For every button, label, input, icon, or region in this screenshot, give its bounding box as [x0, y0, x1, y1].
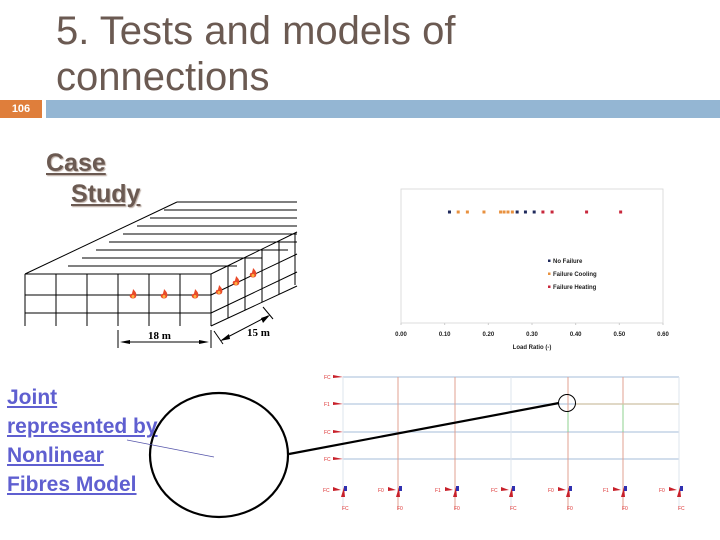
load-arrow-icon	[333, 457, 343, 460]
support-label: F0	[397, 506, 403, 512]
support-arrow-icon	[445, 487, 453, 491]
support-label: FC	[678, 506, 685, 512]
support-arrow-icon	[558, 487, 566, 491]
support-label: F0	[659, 488, 665, 494]
floor-label: F1	[324, 402, 330, 408]
support-arrow-icon	[669, 487, 677, 491]
support-label: FC	[323, 488, 330, 494]
support-node-icon	[569, 486, 572, 491]
load-arrow-icon	[333, 402, 343, 405]
joint-text-line: Nonlinear	[7, 444, 104, 467]
support-label: FC	[342, 506, 349, 512]
support-label: F0	[622, 506, 628, 512]
support-node-icon	[512, 486, 515, 491]
support-arrow-icon	[501, 487, 509, 491]
load-arrow-icon	[333, 430, 343, 433]
joint-description: Joint represented by Nonlinear Fibres Mo…	[7, 383, 158, 499]
joint-text-line: Fibres Model	[7, 473, 137, 496]
support-arrow-icon	[333, 487, 341, 491]
support-node-icon	[680, 486, 683, 491]
load-arrow-icon	[333, 375, 343, 378]
support-node-icon	[456, 486, 459, 491]
support-node-icon	[344, 486, 347, 491]
support-node-icon	[624, 486, 627, 491]
support-label: F1	[435, 488, 441, 494]
joint-text-line: Joint	[7, 386, 58, 409]
support-label: F1	[603, 488, 609, 494]
support-label: F0	[548, 488, 554, 494]
support-label: FC	[510, 506, 517, 512]
floor-label: FC	[324, 430, 331, 436]
support-arrow-icon	[388, 487, 396, 491]
joint-text-line: represented by	[7, 415, 158, 438]
support-arrow-icon	[613, 487, 621, 491]
support-label: F0	[454, 506, 460, 512]
floor-label: FC	[324, 457, 331, 463]
floor-label: FC	[324, 375, 331, 381]
support-label: F0	[378, 488, 384, 494]
support-label: F0	[567, 506, 573, 512]
support-label: FC	[491, 488, 498, 494]
support-node-icon	[399, 486, 402, 491]
